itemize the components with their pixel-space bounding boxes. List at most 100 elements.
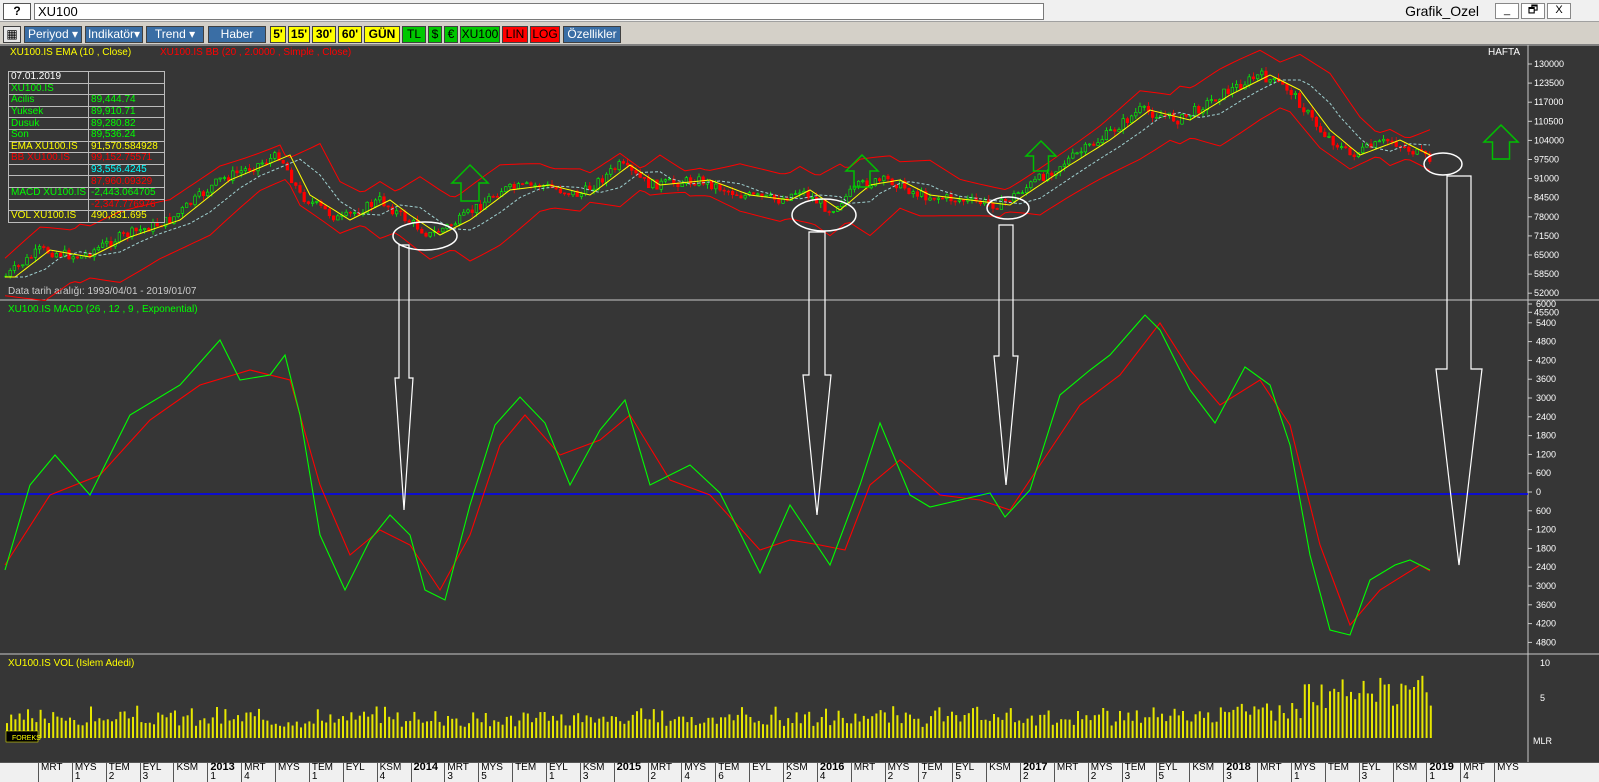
volume-bar (1056, 722, 1058, 738)
candle-body (336, 215, 340, 221)
ozellikler-button[interactable]: Özellikler (563, 26, 621, 43)
candle-body (138, 229, 143, 232)
volume-bar (1324, 708, 1327, 738)
candle-body (819, 199, 823, 204)
candle-body (730, 190, 735, 196)
time-tick: MYS 2 (884, 763, 909, 782)
candle-body (512, 184, 516, 189)
chart-canvas[interactable]: XU100.IS EMA (10 , Close) XU100.IS BB (2… (0, 45, 1599, 762)
period-5-button[interactable]: 5' (270, 26, 286, 43)
volume-bar (300, 727, 302, 738)
periyod-dropdown[interactable]: Periyod ▾ (24, 26, 82, 43)
price-plot (4, 49, 1432, 302)
time-tick-label: EYL (345, 762, 365, 773)
macd-tick-label: 6000 (1536, 299, 1556, 309)
chevron-down-icon: ▾ (134, 27, 141, 41)
volume-bar (1207, 712, 1210, 738)
symbol-input[interactable]: XU100 (34, 3, 1044, 20)
minimize-button[interactable]: _ (1495, 3, 1519, 19)
candle-body (1302, 107, 1306, 113)
time-tick-year: 2013 1 (207, 762, 235, 782)
candle-body (214, 178, 218, 186)
candle-body (1344, 146, 1348, 149)
volume-bar (862, 715, 865, 738)
haber-button[interactable]: Haber (208, 26, 266, 43)
info-value: 93,556.4245 (88, 163, 166, 177)
candle-body (1323, 131, 1327, 138)
candle-body (1188, 115, 1192, 117)
app-icon[interactable]: ▦ (3, 26, 21, 43)
time-tick-sublabel: 2 (786, 771, 792, 782)
volume-bar (312, 723, 315, 738)
macd-tick-label: 1200 (1536, 525, 1556, 535)
volume-bar (405, 721, 407, 738)
volume-bar (69, 717, 71, 738)
volume-bar (1333, 688, 1336, 738)
volume-bar (694, 725, 697, 738)
time-tick-sublabel: 1 (311, 771, 318, 782)
currency-usd-button[interactable]: $ (428, 26, 442, 43)
time-tick-sublabel: 2 (1090, 771, 1097, 782)
period-15-button[interactable]: 15' (288, 26, 310, 43)
log-scale-button[interactable]: LOG (530, 26, 560, 43)
info-row: BB XU100.IS 99,152.75571 (7, 152, 166, 165)
period-30-button[interactable]: 30' (312, 26, 336, 43)
time-tick-label: KSM (1192, 762, 1215, 773)
time-tick: TEM 3 (1121, 763, 1146, 782)
candle-body (726, 190, 730, 193)
time-tick-sublabel: 4 (1463, 771, 1469, 782)
xu100-button[interactable]: XU100 (460, 26, 500, 43)
currency-eur-button[interactable]: € (444, 26, 458, 43)
volume-bar (522, 712, 525, 738)
volume-bar (190, 708, 193, 738)
info-row: EMA XU100.IS 91,570.584928 (7, 140, 166, 154)
candle-body (478, 204, 483, 210)
time-tick-year: 2015 (613, 762, 641, 782)
time-tick: EYL 5 (1155, 763, 1177, 782)
volume-bar (56, 716, 59, 738)
up-arrow-icon (1024, 139, 1058, 172)
indikator-dropdown[interactable]: Indikatör▾ (85, 26, 143, 43)
candle-body (1083, 143, 1087, 153)
volume-bar (426, 721, 428, 738)
volume-bar (48, 723, 50, 738)
volume-bar (1064, 719, 1067, 738)
macd-tick-label: 4200 (1536, 355, 1556, 365)
volume-bar (354, 719, 357, 738)
volume-bar (169, 712, 172, 738)
macd-tick-label: 4200 (1536, 619, 1556, 629)
period-60-button[interactable]: 60' (338, 26, 362, 43)
close-button[interactable]: X (1547, 3, 1571, 19)
volume-bar (1123, 720, 1126, 738)
candle-body (798, 192, 802, 195)
chart-area[interactable]: XU100.IS EMA (10 , Close) XU100.IS BB (2… (0, 45, 1599, 762)
volume-bar (892, 706, 895, 738)
period-gun-button[interactable]: GÜN (364, 26, 400, 43)
volume-bar (1278, 705, 1281, 738)
help-button[interactable]: ? (3, 3, 31, 20)
lin-scale-button[interactable]: LIN (502, 26, 528, 43)
volume-bar (816, 722, 819, 738)
volume-bar (665, 725, 668, 738)
volume-bar (1387, 684, 1390, 738)
time-tick-sublabel: 1 (1293, 771, 1300, 782)
ema-legend: XU100.IS EMA (10 , Close) (10, 47, 131, 58)
restore-button[interactable]: 🗗 (1521, 3, 1545, 19)
volume-bar (514, 726, 517, 738)
time-tick-label: TEM (515, 762, 537, 773)
trend-dropdown[interactable]: Trend ▾ (146, 26, 204, 43)
volume-bar (81, 725, 84, 738)
currency-tl-button[interactable]: TL (402, 26, 426, 43)
volume-bar (1203, 717, 1205, 738)
volume-bar (678, 716, 680, 738)
volume-bar (384, 706, 386, 738)
time-tick: TEM (1324, 763, 1349, 782)
time-tick-sublabel: 2 (650, 771, 657, 782)
time-tick-label: MYS (278, 762, 300, 773)
time-tick: EYL 1 (545, 763, 568, 782)
volume-bar (711, 717, 714, 738)
volume-bar (413, 711, 416, 738)
volume-bar (699, 723, 701, 738)
candle-body (1415, 149, 1419, 155)
candle-body (1033, 178, 1037, 183)
